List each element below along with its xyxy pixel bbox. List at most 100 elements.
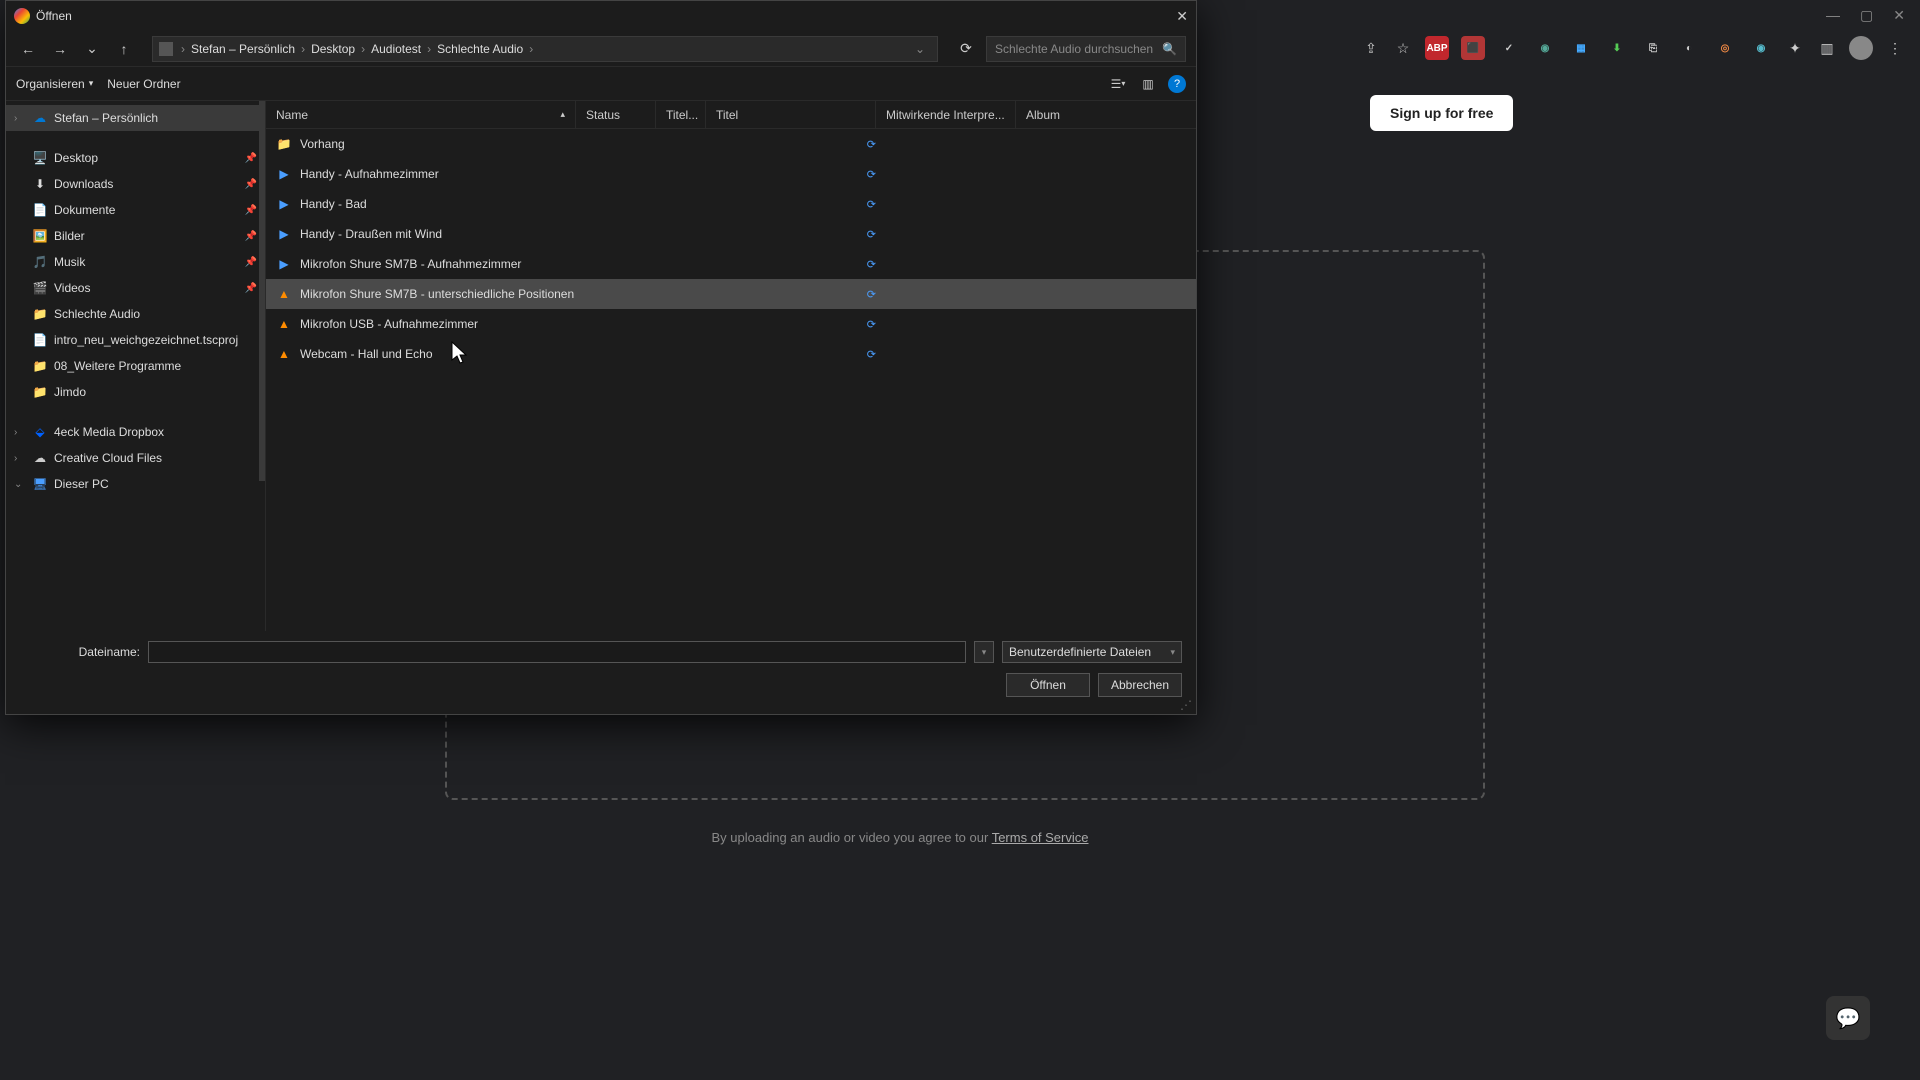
- column-status[interactable]: Status: [576, 101, 656, 128]
- organize-button[interactable]: Organisieren ▾: [16, 77, 93, 91]
- file-row[interactable]: ▶Handy - Aufnahmezimmer⟳: [266, 159, 1196, 189]
- sidebar-item[interactable]: 📄Dokumente📌: [6, 197, 265, 223]
- file-row[interactable]: ▲Mikrofon Shure SM7B - unterschiedliche …: [266, 279, 1196, 309]
- maximize-icon[interactable]: ▢: [1860, 7, 1873, 24]
- filename-dropdown[interactable]: ▾: [974, 641, 994, 663]
- sync-icon: ⟳: [867, 198, 876, 211]
- dropbox-icon: ⬙: [32, 424, 48, 440]
- breadcrumb-item[interactable]: Audiotest: [367, 42, 425, 56]
- star-icon[interactable]: ☆: [1393, 38, 1413, 58]
- dialog-footer: Dateiname: ▾ Benutzerdefinierte Dateien▾…: [6, 631, 1196, 707]
- folder-icon: 📄: [32, 332, 48, 348]
- close-icon[interactable]: ✕: [1893, 7, 1905, 24]
- pin-icon: 📌: [245, 205, 257, 216]
- sidebar-item[interactable]: 📄intro_neu_weichgezeichnet.tscproj: [6, 327, 265, 353]
- chevron-right-icon[interactable]: ›: [14, 427, 26, 438]
- vlc-icon: ▲: [276, 316, 292, 332]
- extension-icon[interactable]: ✓: [1497, 36, 1521, 60]
- terms-link[interactable]: Terms of Service: [992, 830, 1089, 845]
- sidebar-item[interactable]: 🎵Musik📌: [6, 249, 265, 275]
- preview-pane-button[interactable]: ▥: [1138, 74, 1158, 94]
- extension-icon[interactable]: ⬛: [1461, 36, 1485, 60]
- cancel-button[interactable]: Abbrechen: [1098, 673, 1182, 697]
- sidebar-item-thispc[interactable]: ⌄ 🖥 Dieser PC: [6, 471, 265, 497]
- sidebar-item-label: Downloads: [54, 177, 113, 191]
- breadcrumb[interactable]: › Stefan – Persönlich› Desktop› Audiotes…: [152, 36, 938, 62]
- sidebar-item[interactable]: 🖼️Bilder📌: [6, 223, 265, 249]
- sidebar-item[interactable]: 🎬Videos📌: [6, 275, 265, 301]
- column-name[interactable]: Name▴: [266, 101, 576, 128]
- file-row[interactable]: ▶Handy - Bad⟳: [266, 189, 1196, 219]
- drive-icon: [159, 42, 173, 56]
- chevron-right-icon[interactable]: ›: [14, 113, 26, 124]
- resize-grip[interactable]: ⋰: [1180, 698, 1194, 712]
- chevron-right-icon[interactable]: ›: [14, 453, 26, 464]
- folder-icon: 🎵: [32, 254, 48, 270]
- sidebar-item-onedrive[interactable]: › ☁ Stefan – Persönlich: [6, 105, 265, 131]
- sidebar-item[interactable]: 🖥️Desktop📌: [6, 145, 265, 171]
- filename-label: Dateiname:: [20, 645, 140, 659]
- scrollbar[interactable]: [259, 101, 265, 481]
- new-folder-button[interactable]: Neuer Ordner: [107, 77, 180, 91]
- help-icon[interactable]: ?: [1168, 75, 1186, 93]
- filetype-filter[interactable]: Benutzerdefinierte Dateien▾: [1002, 641, 1182, 663]
- view-mode-button[interactable]: ☰ ▾: [1108, 74, 1128, 94]
- file-row[interactable]: ▶Mikrofon Shure SM7B - Aufnahmezimmer⟳: [266, 249, 1196, 279]
- file-row[interactable]: 📁Vorhang⟳: [266, 129, 1196, 159]
- file-row[interactable]: ▲Webcam - Hall und Echo⟳: [266, 339, 1196, 369]
- sidebar-item[interactable]: ⬇Downloads📌: [6, 171, 265, 197]
- extension-icon[interactable]: ◉: [1533, 36, 1557, 60]
- extension-icon[interactable]: ⎘: [1641, 36, 1665, 60]
- search-input[interactable]: Schlechte Audio durchsuchen 🔍: [986, 36, 1186, 62]
- extension-icon[interactable]: ◎: [1713, 36, 1737, 60]
- sync-icon: ⟳: [867, 258, 876, 271]
- video-icon: ▶: [276, 166, 292, 182]
- sidebar-item[interactable]: 📁08_Weitere Programme: [6, 353, 265, 379]
- minimize-icon[interactable]: —: [1826, 7, 1840, 23]
- share-icon[interactable]: ⇪: [1361, 38, 1381, 58]
- recent-dropdown[interactable]: ⌄: [80, 37, 104, 61]
- sidebar-item[interactable]: 📁Schlechte Audio: [6, 301, 265, 327]
- breadcrumb-item[interactable]: Schlechte Audio: [433, 42, 527, 56]
- extension-icon[interactable]: ◉: [1749, 36, 1773, 60]
- sidebar-item-dropbox[interactable]: › ⬙ 4eck Media Dropbox: [6, 419, 265, 445]
- open-button[interactable]: Öffnen: [1006, 673, 1090, 697]
- sidepanel-icon[interactable]: ▥: [1817, 38, 1837, 58]
- toolbar-row: Organisieren ▾ Neuer Ordner ☰ ▾ ▥ ?: [6, 67, 1196, 101]
- forward-button[interactable]: →: [48, 37, 72, 61]
- column-tracknum[interactable]: Titel...: [656, 101, 706, 128]
- column-artist[interactable]: Mitwirkende Interpre...: [876, 101, 1016, 128]
- video-icon: ▶: [276, 196, 292, 212]
- column-album[interactable]: Album: [1016, 101, 1116, 128]
- refresh-button[interactable]: ⟳: [954, 37, 978, 61]
- cloud-icon: ☁: [32, 450, 48, 466]
- search-icon: 🔍: [1162, 42, 1177, 56]
- sidebar-item[interactable]: 📁Jimdo: [6, 379, 265, 405]
- menu-icon[interactable]: ⋮: [1885, 38, 1905, 58]
- profile-avatar-icon[interactable]: [1849, 36, 1873, 60]
- extension-icon[interactable]: ◐: [1677, 36, 1701, 60]
- chevron-down-icon[interactable]: ⌄: [909, 42, 931, 56]
- chat-icon[interactable]: 💬: [1826, 996, 1870, 1040]
- chrome-icon: [14, 8, 30, 24]
- file-row[interactable]: ▲Mikrofon USB - Aufnahmezimmer⟳: [266, 309, 1196, 339]
- back-button[interactable]: ←: [16, 37, 40, 61]
- extension-icon[interactable]: ⬇: [1605, 36, 1629, 60]
- breadcrumb-item[interactable]: Desktop: [307, 42, 359, 56]
- chevron-down-icon[interactable]: ⌄: [14, 479, 26, 490]
- extensions-icon[interactable]: ✦: [1785, 38, 1805, 58]
- close-icon[interactable]: ✕: [1176, 8, 1188, 25]
- folder-icon: 📁: [32, 358, 48, 374]
- vlc-icon: ▲: [276, 346, 292, 362]
- breadcrumb-item[interactable]: Stefan – Persönlich: [187, 42, 299, 56]
- file-row[interactable]: ▶Handy - Draußen mit Wind⟳: [266, 219, 1196, 249]
- sidebar-item-cc[interactable]: › ☁ Creative Cloud Files: [6, 445, 265, 471]
- file-name: Mikrofon Shure SM7B - unterschiedliche P…: [300, 287, 574, 301]
- up-button[interactable]: ↑: [112, 37, 136, 61]
- signup-button[interactable]: Sign up for free: [1370, 95, 1513, 131]
- extension-abp-icon[interactable]: ABP: [1425, 36, 1449, 60]
- sidebar: › ☁ Stefan – Persönlich 🖥️Desktop📌⬇Downl…: [6, 101, 266, 631]
- filename-input[interactable]: [148, 641, 966, 663]
- column-title[interactable]: Titel: [706, 101, 876, 128]
- extension-icon[interactable]: ▦: [1569, 36, 1593, 60]
